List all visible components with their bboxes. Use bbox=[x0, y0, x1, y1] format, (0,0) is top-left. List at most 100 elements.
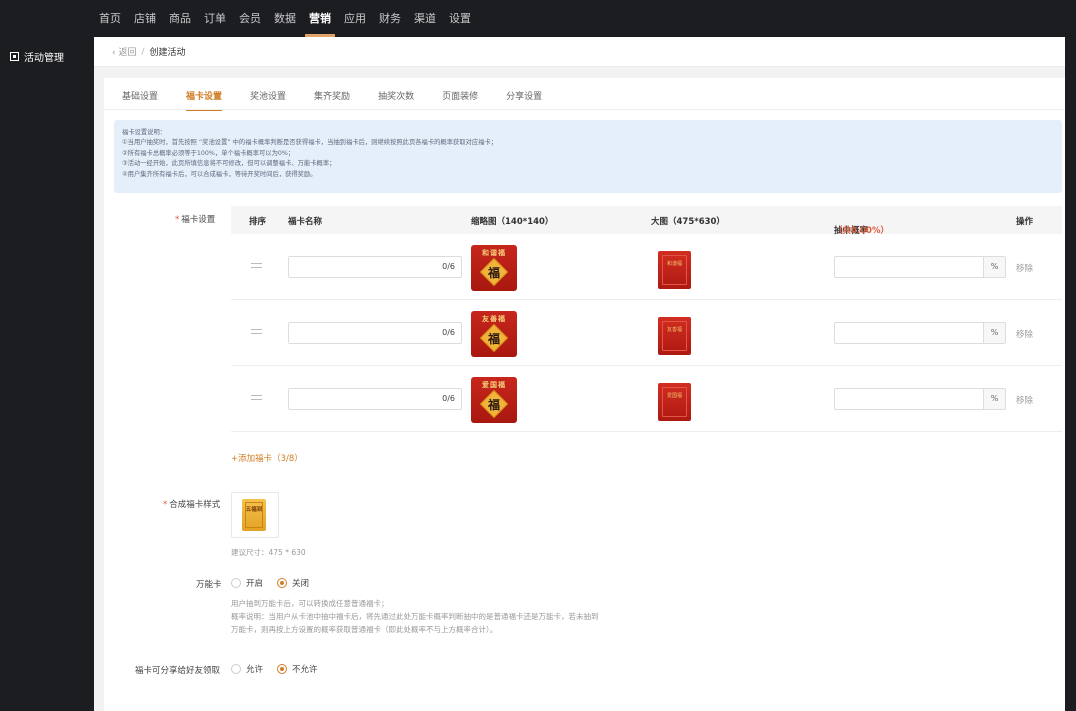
thumbnail-image[interactable]: 和谐福 福 bbox=[471, 245, 517, 291]
thumb-title: 爱国福 bbox=[482, 381, 506, 389]
share-radio-group: 允许 不允许 bbox=[231, 663, 332, 675]
char-count: 0/6 bbox=[442, 328, 455, 337]
radio-label: 开启 bbox=[246, 579, 264, 589]
fu-character: 福 bbox=[487, 332, 500, 346]
notice-line: ③活动一经开始，此页所填信息将不可修改，但可以调整福卡、万能卡概率； bbox=[122, 160, 336, 168]
required-mark: * bbox=[163, 500, 168, 510]
nav-products[interactable]: 商品 bbox=[169, 0, 191, 37]
big-image-text: 和谐福 bbox=[666, 261, 682, 267]
big-image[interactable]: 友善福 bbox=[658, 317, 691, 355]
composite-style-label: * 合成福卡样式 bbox=[163, 498, 220, 510]
drag-handle-icon[interactable] bbox=[251, 395, 262, 400]
radio-label: 允许 bbox=[246, 665, 264, 675]
table-row: 0/6 爱国福 福 爱国福 % 移除 bbox=[231, 367, 1062, 432]
tab-card-settings[interactable]: 福卡设置 bbox=[186, 89, 223, 111]
radio-checked-icon bbox=[277, 578, 288, 588]
col-action: 操作 bbox=[1016, 217, 1034, 227]
nav-channels[interactable]: 渠道 bbox=[414, 0, 436, 37]
big-image-text: 爱国福 bbox=[666, 393, 682, 399]
big-image[interactable]: 爱国福 bbox=[658, 383, 691, 421]
add-card-button[interactable]: +添加福卡（3/8） bbox=[231, 452, 303, 464]
remove-link[interactable]: 移除 bbox=[1016, 262, 1033, 274]
description-line: 用户抽到万能卡后，可以转换成任意普通福卡； bbox=[231, 599, 389, 608]
table-row: 0/6 和谐福 福 和谐福 % 移除 bbox=[231, 235, 1062, 300]
nav-home[interactable]: 首页 bbox=[99, 0, 121, 37]
required-mark: * bbox=[175, 215, 180, 225]
back-label: 返回 bbox=[118, 48, 137, 58]
thumbnail-image[interactable]: 友善福 福 bbox=[471, 311, 517, 357]
thumb-title: 友善福 bbox=[482, 315, 506, 323]
settings-tabs: 基础设置 福卡设置 奖池设置 集齐奖励 抽奖次数 页面装修 分享设置 bbox=[122, 89, 570, 111]
remove-link[interactable]: 移除 bbox=[1016, 328, 1033, 340]
instructions-notice: 福卡设置说明： ①当用户抽奖时，首先按照 “奖池设置” 中的福卡概率判断是否获得… bbox=[114, 120, 1062, 193]
composite-card-text: 五福到 bbox=[245, 507, 263, 513]
universal-card-radio-group: 开启 关闭 bbox=[231, 577, 323, 589]
col-thumbnail: 缩略图（140*140） bbox=[471, 217, 554, 227]
tab-page-decoration[interactable]: 页面装修 bbox=[442, 89, 478, 111]
sidebar: 活动管理 bbox=[0, 37, 94, 711]
tab-basic[interactable]: 基础设置 bbox=[122, 89, 158, 111]
radio-circle-icon bbox=[231, 664, 241, 674]
tab-draw-times[interactable]: 抽奖次数 bbox=[378, 89, 414, 111]
nav-finance[interactable]: 财务 bbox=[379, 0, 401, 37]
sidebar-item-label: 活动管理 bbox=[24, 53, 64, 64]
notice-line: ④用户集齐所有福卡后，可以合成福卡，等待开奖时间后，获得奖励。 bbox=[122, 170, 317, 178]
tab-collect-reward[interactable]: 集齐奖励 bbox=[314, 89, 350, 111]
radio-label: 关闭 bbox=[292, 579, 310, 589]
right-edge-strip bbox=[1065, 37, 1076, 711]
universal-card-label: 万能卡 bbox=[196, 580, 222, 590]
composite-card-image[interactable]: 五福到 bbox=[231, 492, 279, 538]
composite-card-art: 五福到 bbox=[242, 499, 266, 531]
col-big-image: 大图（475*630） bbox=[651, 217, 725, 227]
nav-marketing[interactable]: 营销 bbox=[305, 0, 335, 37]
big-image[interactable]: 和谐福 bbox=[658, 251, 691, 289]
activity-icon bbox=[10, 52, 19, 61]
col-name: 福卡名称 bbox=[288, 217, 323, 227]
probability-input[interactable]: % bbox=[834, 256, 1006, 278]
drag-handle-icon[interactable] bbox=[251, 263, 262, 268]
notice-line: ②所有福卡总概率必须等于100%，单个福卡概率可以为0%； bbox=[122, 149, 295, 157]
card-settings-label: * 福卡设置 bbox=[175, 213, 215, 225]
label-text: 合成福卡样式 bbox=[169, 500, 221, 510]
share-disallow-radio[interactable]: 不允许 bbox=[277, 663, 318, 675]
universal-on-radio[interactable]: 开启 bbox=[231, 577, 263, 589]
char-count: 0/6 bbox=[442, 262, 455, 271]
char-count: 0/6 bbox=[442, 394, 455, 403]
nav-orders[interactable]: 订单 bbox=[204, 0, 226, 37]
radio-circle-icon bbox=[231, 578, 241, 588]
universal-off-radio[interactable]: 关闭 bbox=[277, 577, 309, 589]
radio-checked-icon bbox=[277, 664, 288, 674]
nav-apps[interactable]: 应用 bbox=[344, 0, 366, 37]
main-card: 基础设置 福卡设置 奖池设置 集齐奖励 抽奖次数 页面装修 分享设置 福卡设置说… bbox=[104, 78, 1065, 711]
card-table-header: 排序 福卡名称 缩略图（140*140） 大图（475*630） 抽中概率 （共0… bbox=[231, 206, 1062, 236]
notice-line: ①当用户抽奖时，首先按照 “奖池设置” 中的福卡概率判断是否获得福卡，当抽到福卡… bbox=[122, 139, 498, 147]
remove-link[interactable]: 移除 bbox=[1016, 394, 1033, 406]
thumbnail-image[interactable]: 爱国福 福 bbox=[471, 377, 517, 423]
share-allow-radio[interactable]: 允许 bbox=[231, 663, 263, 675]
tabs-divider bbox=[104, 109, 1065, 110]
sidebar-item-activity-management[interactable]: 活动管理 bbox=[10, 49, 64, 64]
nav-members[interactable]: 会员 bbox=[239, 0, 261, 37]
breadcrumb-current: 创建活动 bbox=[149, 48, 186, 58]
size-hint: 建议尺寸：475 * 630 bbox=[231, 548, 306, 557]
top-nav: 首页 店铺 商品 订单 会员 数据 营销 应用 财务 渠道 设置 bbox=[99, 0, 484, 37]
tab-prize-pool[interactable]: 奖池设置 bbox=[250, 89, 286, 111]
drag-handle-icon[interactable] bbox=[251, 329, 262, 334]
card-name-input[interactable]: 0/6 bbox=[288, 322, 462, 344]
tab-share[interactable]: 分享设置 bbox=[506, 89, 542, 111]
share-card-label: 福卡可分享给好友领取 bbox=[135, 666, 221, 676]
nav-settings[interactable]: 设置 bbox=[449, 0, 471, 37]
nav-data[interactable]: 数据 bbox=[274, 0, 296, 37]
thumb-title: 和谐福 bbox=[482, 249, 506, 257]
universal-card-description: 用户抽到万能卡后，可以转换成任意普通福卡； 概率说明：当用户从卡池中抽中福卡后，… bbox=[231, 597, 599, 636]
big-image-text: 友善福 bbox=[666, 327, 682, 333]
card-name-input[interactable]: 0/6 bbox=[288, 388, 462, 410]
back-link[interactable]: ‹ 返回 bbox=[112, 45, 136, 58]
description-line: 概率说明：当用户从卡池中抽中福卡后，将先通过此处万能卡概率判断抽中的是普通福卡还… bbox=[231, 612, 599, 621]
percent-suffix: % bbox=[983, 323, 1005, 343]
nav-store[interactable]: 店铺 bbox=[134, 0, 156, 37]
card-name-input[interactable]: 0/6 bbox=[288, 256, 462, 278]
probability-input[interactable]: % bbox=[834, 322, 1006, 344]
top-navbar: 首页 店铺 商品 订单 会员 数据 营销 应用 财务 渠道 设置 bbox=[0, 0, 1076, 37]
probability-input[interactable]: % bbox=[834, 388, 1006, 410]
